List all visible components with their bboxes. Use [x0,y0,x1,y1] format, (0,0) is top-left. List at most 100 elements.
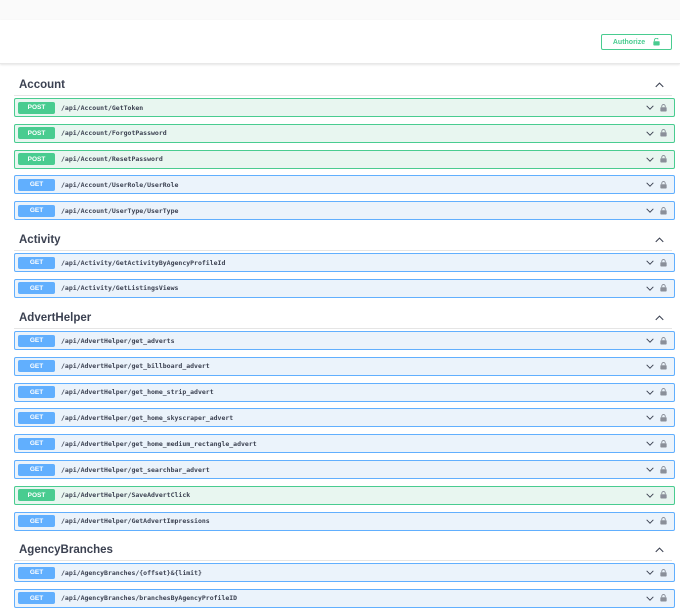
method-badge: POST [18,101,55,114]
tag-title: Account [19,78,65,91]
opblock-get[interactable]: GET/api/AdvertHelper/GetAdvertImpression… [14,511,675,531]
opblock-get[interactable]: GET/api/AgencyBranches/{offset}&{limit} [14,563,675,582]
chevron-down-icon[interactable] [646,441,654,447]
opblock-post[interactable]: POST/api/Account/ResetPassword [14,149,675,169]
method-badge: GET [18,515,55,528]
chevron-down-icon[interactable] [646,105,654,110]
endpoint-path: /api/AdvertHelper/get_home_strip_advert [61,388,214,397]
tag-title: AgencyBranches [19,543,113,556]
lock-icon[interactable] [660,491,667,499]
tag-header-adverthelper[interactable]: AdvertHelper [14,307,672,329]
lock-icon[interactable] [660,181,667,189]
lock-icon[interactable] [660,594,667,602]
endpoint-path: /api/Account/UserType/UserType [61,206,179,215]
endpoint-path: /api/AdvertHelper/get_billboard_advert [61,362,210,371]
endpoint-path: /api/AdvertHelper/GetAdvertImpressions [61,517,210,526]
endpoint-path: /api/AdvertHelper/SaveAdvertClick [61,491,191,500]
method-badge: GET [18,463,55,476]
method-badge: GET [18,334,55,347]
method-badge: POST [18,127,55,140]
tag-header-activity[interactable]: Activity [14,229,672,251]
endpoint-path: /api/AdvertHelper/get_adverts [61,336,175,345]
chevron-down-icon[interactable] [646,467,654,472]
chevron-down-icon[interactable] [646,157,654,162]
endpoint-path: /api/AgencyBranches/{offset}&{limit} [61,568,202,577]
lock-icon[interactable] [660,439,667,448]
opblock-get[interactable]: GET/api/AgencyBranches/branchesByAgencyP… [14,588,675,608]
method-badge: GET [18,411,55,424]
opblock-get[interactable]: GET/api/AdvertHelper/get_home_strip_adve… [14,382,675,402]
method-badge: POST [18,489,55,502]
opblock-get[interactable]: GET/api/Account/UserType/UserType [14,201,675,221]
chevron-down-icon[interactable] [646,208,654,214]
chevron-down-icon[interactable] [646,260,654,265]
opblock-get[interactable]: GET/api/AdvertHelper/get_home_skyscraper… [14,408,675,428]
opblock-get[interactable]: GET/api/Activity/GetActivityByAgencyProf… [14,253,675,272]
lock-icon[interactable] [660,517,667,525]
chevron-up-icon[interactable] [655,314,664,321]
chevron-down-icon[interactable] [646,131,654,136]
endpoint-path: /api/AdvertHelper/get_home_skyscraper_ad… [61,413,234,422]
endpoint-path: /api/AdvertHelper/get_searchbar_advert [61,465,210,474]
chevron-down-icon[interactable] [646,286,654,291]
authorize-label: Authorize [612,38,646,46]
chevron-down-icon[interactable] [646,338,654,343]
lock-icon[interactable] [660,414,667,422]
chevron-down-icon[interactable] [646,415,654,421]
endpoint-path: /api/Activity/GetActivityByAgencyProfile… [61,258,226,267]
tag-title: Activity [19,233,61,246]
method-badge: GET [18,178,55,191]
method-badge: GET [18,437,55,450]
opblock-post[interactable]: POST/api/AdvertHelper/SaveAdvertClick [14,485,675,505]
lock-icon[interactable] [660,336,667,345]
method-badge: POST [18,153,55,166]
method-badge: GET [18,386,55,399]
authorize-button[interactable]: Authorize [601,34,672,50]
unlocked-lock-icon [653,38,660,46]
chevron-up-icon[interactable] [655,236,664,243]
chevron-down-icon[interactable] [646,596,654,601]
chevron-down-icon[interactable] [646,364,654,369]
lock-icon[interactable] [660,465,667,474]
method-badge: GET [18,256,55,269]
method-badge: GET [18,204,55,217]
tag-header-account[interactable]: Account [14,74,672,96]
scheme-container: Authorize [0,20,680,64]
method-badge: GET [18,592,55,605]
chevron-down-icon[interactable] [646,390,654,395]
lock-icon[interactable] [660,155,667,163]
endpoint-path: /api/Account/ForgotPassword [61,129,167,138]
opblock-post[interactable]: POST/api/Account/GetToken [14,98,675,117]
chevron-down-icon[interactable] [646,519,654,524]
endpoint-path: /api/Account/GetToken [61,103,144,112]
method-badge: GET [18,360,55,373]
top-strip [0,0,680,20]
lock-icon[interactable] [660,362,667,370]
opblock-get[interactable]: GET/api/Account/UserRole/UserRole [14,175,675,195]
lock-icon[interactable] [660,284,667,292]
opblock-get[interactable]: GET/api/AdvertHelper/get_adverts [14,331,675,350]
lock-icon[interactable] [660,103,667,112]
endpoint-path: /api/Activity/GetListingsViews [61,284,179,293]
tag-header-agencybranches[interactable]: AgencyBranches [14,539,672,561]
tag-title: AdvertHelper [19,311,92,324]
chevron-down-icon[interactable] [646,182,654,188]
opblock-get[interactable]: GET/api/AdvertHelper/get_searchbar_adver… [14,460,675,479]
endpoint-path: /api/Account/ResetPassword [61,155,163,164]
opblock-get[interactable]: GET/api/Activity/GetListingsViews [14,278,675,298]
chevron-up-icon[interactable] [655,546,664,553]
opblock-post[interactable]: POST/api/Account/ForgotPassword [14,123,675,143]
endpoint-path: /api/AgencyBranches/branchesByAgencyProf… [61,594,238,603]
lock-icon[interactable] [660,568,667,577]
chevron-down-icon[interactable] [646,570,654,575]
chevron-up-icon[interactable] [655,81,664,88]
opblock-get[interactable]: GET/api/AdvertHelper/get_home_medium_rec… [14,434,675,454]
method-badge: GET [18,566,55,579]
opblock-get[interactable]: GET/api/AdvertHelper/get_billboard_adver… [14,356,675,376]
lock-icon[interactable] [660,129,667,137]
lock-icon[interactable] [660,258,667,267]
lock-icon[interactable] [660,388,667,396]
lock-icon[interactable] [660,206,667,215]
chevron-down-icon[interactable] [646,493,654,498]
endpoint-path: /api/AdvertHelper/get_home_medium_rectan… [61,439,257,448]
